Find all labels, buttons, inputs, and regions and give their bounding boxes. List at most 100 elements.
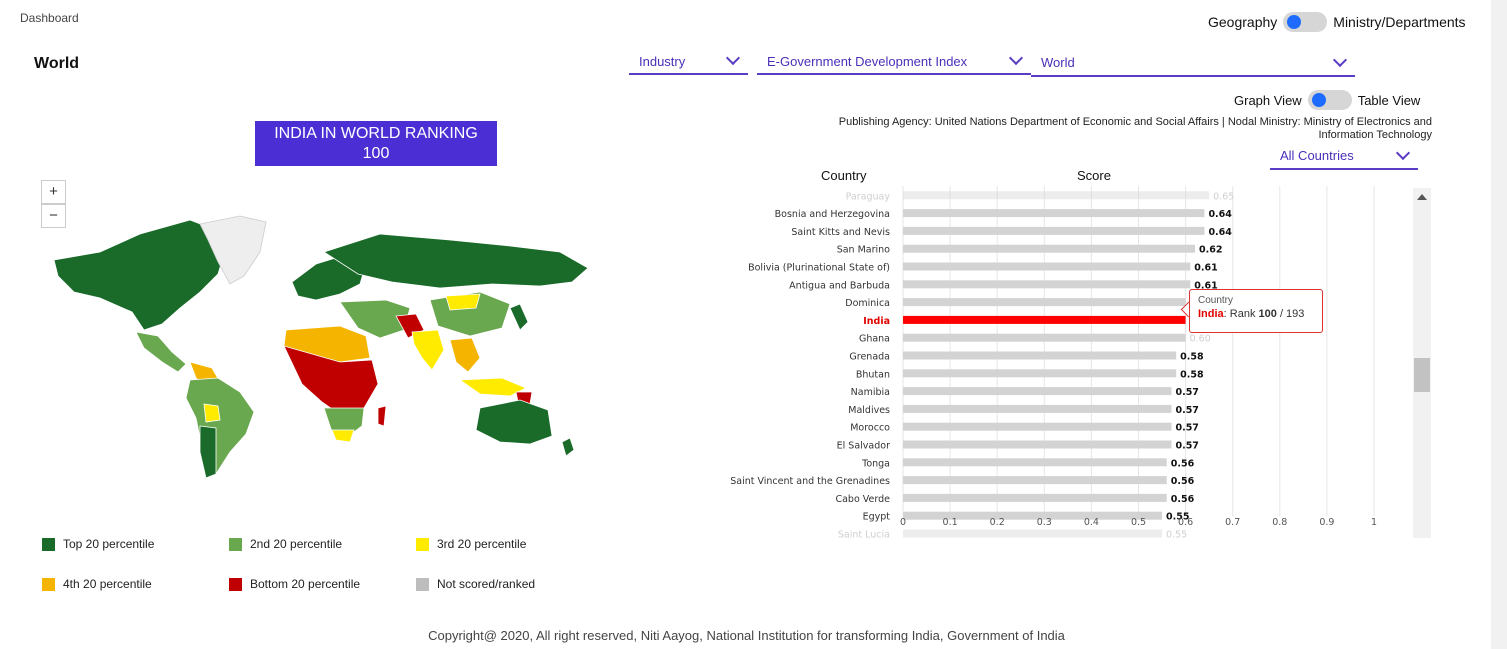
tooltip-total: / 193	[1276, 308, 1305, 320]
country-label: Ghana	[859, 334, 890, 345]
bar-grenada	[903, 351, 1177, 360]
rank-badge-value: 100	[362, 145, 390, 162]
tooltip-country: India	[1198, 308, 1224, 320]
ministry-label: Ministry/Departments	[1333, 14, 1466, 30]
countries-dropdown[interactable]: All Countries	[1270, 145, 1418, 170]
country-label: Saint Vincent and the Grenadines	[730, 476, 890, 487]
legend-label: Bottom 20 percentile	[250, 577, 361, 591]
x-tick-label: 0.6	[1178, 517, 1193, 528]
bar-paraguay	[903, 191, 1210, 200]
page-title: World	[34, 55, 80, 72]
value-label: 0.56	[1171, 476, 1195, 487]
country-column-header: Country	[821, 168, 867, 183]
x-tick-label: 0.7	[1225, 517, 1240, 528]
country-label: Dominica	[845, 298, 890, 309]
legend-item: 4th 20 percentile	[42, 577, 152, 591]
value-label: 0.65	[1213, 191, 1234, 202]
geography-switch[interactable]	[1283, 12, 1328, 32]
value-label: 0.58	[1180, 352, 1204, 363]
geography-label: Geography	[1208, 14, 1278, 30]
graph-table-toggle[interactable]: Graph View Table View	[1234, 90, 1420, 110]
x-tick-label: 0.4	[1084, 517, 1099, 528]
map-region-madagascar	[377, 405, 387, 427]
value-label: 0.61	[1194, 263, 1217, 274]
map-region-southern-cone	[199, 425, 217, 479]
bar-saint-kitts-and-nevis	[903, 226, 1205, 235]
country-label: Grenada	[849, 352, 890, 363]
world-map[interactable]	[40, 212, 600, 482]
legend-item: 3rd 20 percentile	[416, 537, 526, 551]
legend-label: 3rd 20 percentile	[437, 537, 527, 551]
legend-swatch	[229, 577, 242, 591]
x-tick-label: 0.5	[1131, 517, 1146, 528]
bar-morocco	[903, 422, 1172, 431]
countries-value: All Countries	[1280, 148, 1354, 163]
score-chart-container[interactable]: Paraguay 0.65 Bosnia and Herzegovina 0.64 Sa…	[700, 186, 1432, 546]
map-region-south-america	[185, 377, 255, 479]
publishing-info: Publishing Agency: United Nations Depart…	[752, 116, 1432, 142]
legend-label: 2nd 20 percentile	[250, 537, 343, 551]
bar-antigua-and-barbuda	[903, 280, 1191, 289]
x-tick-label: 0.3	[1037, 517, 1052, 528]
switch-knob	[1311, 93, 1326, 107]
page-scrollbar[interactable]	[1491, 0, 1507, 649]
region-dropdown[interactable]: World	[1031, 52, 1355, 77]
publishing-line-2: Information Technology	[1318, 129, 1432, 141]
chart-scroll-thumb[interactable]	[1414, 358, 1430, 392]
value-label: 0.64	[1208, 227, 1232, 238]
country-label: Namibia	[851, 387, 890, 398]
index-dropdown[interactable]: E-Government Development Index	[757, 50, 1031, 75]
bar-india	[903, 315, 1186, 324]
legend-item: 2nd 20 percentile	[229, 537, 342, 551]
bar-maldives	[903, 404, 1172, 413]
country-label: San Marino	[837, 245, 890, 256]
publishing-line-1: Publishing Agency: United Nations Depart…	[838, 116, 1432, 128]
map-region-india	[411, 329, 445, 371]
value-label: 0.57	[1175, 441, 1198, 452]
breadcrumb[interactable]: Dashboard	[20, 11, 79, 25]
bar-bosnia-and-herzegovina	[903, 209, 1205, 218]
bar-bolivia-plurinational-state-of-	[903, 262, 1191, 271]
value-label: 0.56	[1171, 458, 1195, 469]
value-label: 0.55	[1166, 530, 1187, 541]
table-view-label: Table View	[1357, 92, 1421, 108]
map-region-mongolia	[445, 293, 481, 311]
map-region-central-america	[135, 331, 187, 373]
score-column-header: Score	[1077, 168, 1111, 183]
legend-swatch	[416, 537, 429, 551]
legend-item: Bottom 20 percentile	[229, 577, 360, 591]
x-tick-label: 0.8	[1272, 517, 1287, 528]
industry-dropdown[interactable]: Industry	[629, 50, 748, 75]
country-label: Saint Lucia	[838, 530, 890, 541]
chevron-down-icon	[1008, 50, 1024, 66]
scroll-up-icon[interactable]	[1417, 194, 1427, 200]
chevron-down-icon	[1395, 145, 1411, 160]
bar-saint-vincent-and-the-grenadines	[903, 476, 1167, 485]
country-label: El Salvador	[837, 441, 890, 452]
map-region-bolivia	[203, 403, 221, 423]
footer-copyright: Copyright@ 2020, All right reserved, Nit…	[428, 628, 1065, 643]
chevron-down-icon	[1332, 52, 1348, 67]
bar-namibia	[903, 387, 1172, 396]
country-label: Tonga	[861, 458, 890, 469]
view-switch[interactable]	[1307, 90, 1352, 110]
value-label: 0.62	[1199, 245, 1222, 256]
zoom-in-button[interactable]: +	[41, 180, 66, 204]
legend-swatch	[229, 537, 242, 551]
tooltip-title: Country	[1198, 295, 1234, 306]
bar-cabo-verde	[903, 493, 1167, 502]
legend-item: Not scored/ranked	[416, 577, 535, 591]
country-label: Bosnia and Herzegovina	[775, 209, 890, 220]
switch-knob	[1287, 15, 1302, 29]
geography-ministry-toggle[interactable]: Geography Ministry/Departments	[1208, 12, 1466, 32]
value-label: 0.57	[1175, 387, 1198, 398]
bar-el-salvador	[903, 440, 1172, 449]
bar-dominica	[903, 298, 1186, 307]
country-label: Cabo Verde	[835, 494, 890, 505]
chart-tooltip: Country India: Rank 100 / 193	[1189, 289, 1323, 333]
chart-scrollbar[interactable]	[1413, 188, 1431, 538]
score-bar-chart: Paraguay 0.65 Bosnia and Herzegovina 0.64 Sa…	[730, 186, 1377, 541]
country-label: Antigua and Barbuda	[789, 280, 890, 291]
x-tick-label: 0.1	[943, 517, 958, 528]
value-label: 0.64	[1208, 209, 1232, 220]
